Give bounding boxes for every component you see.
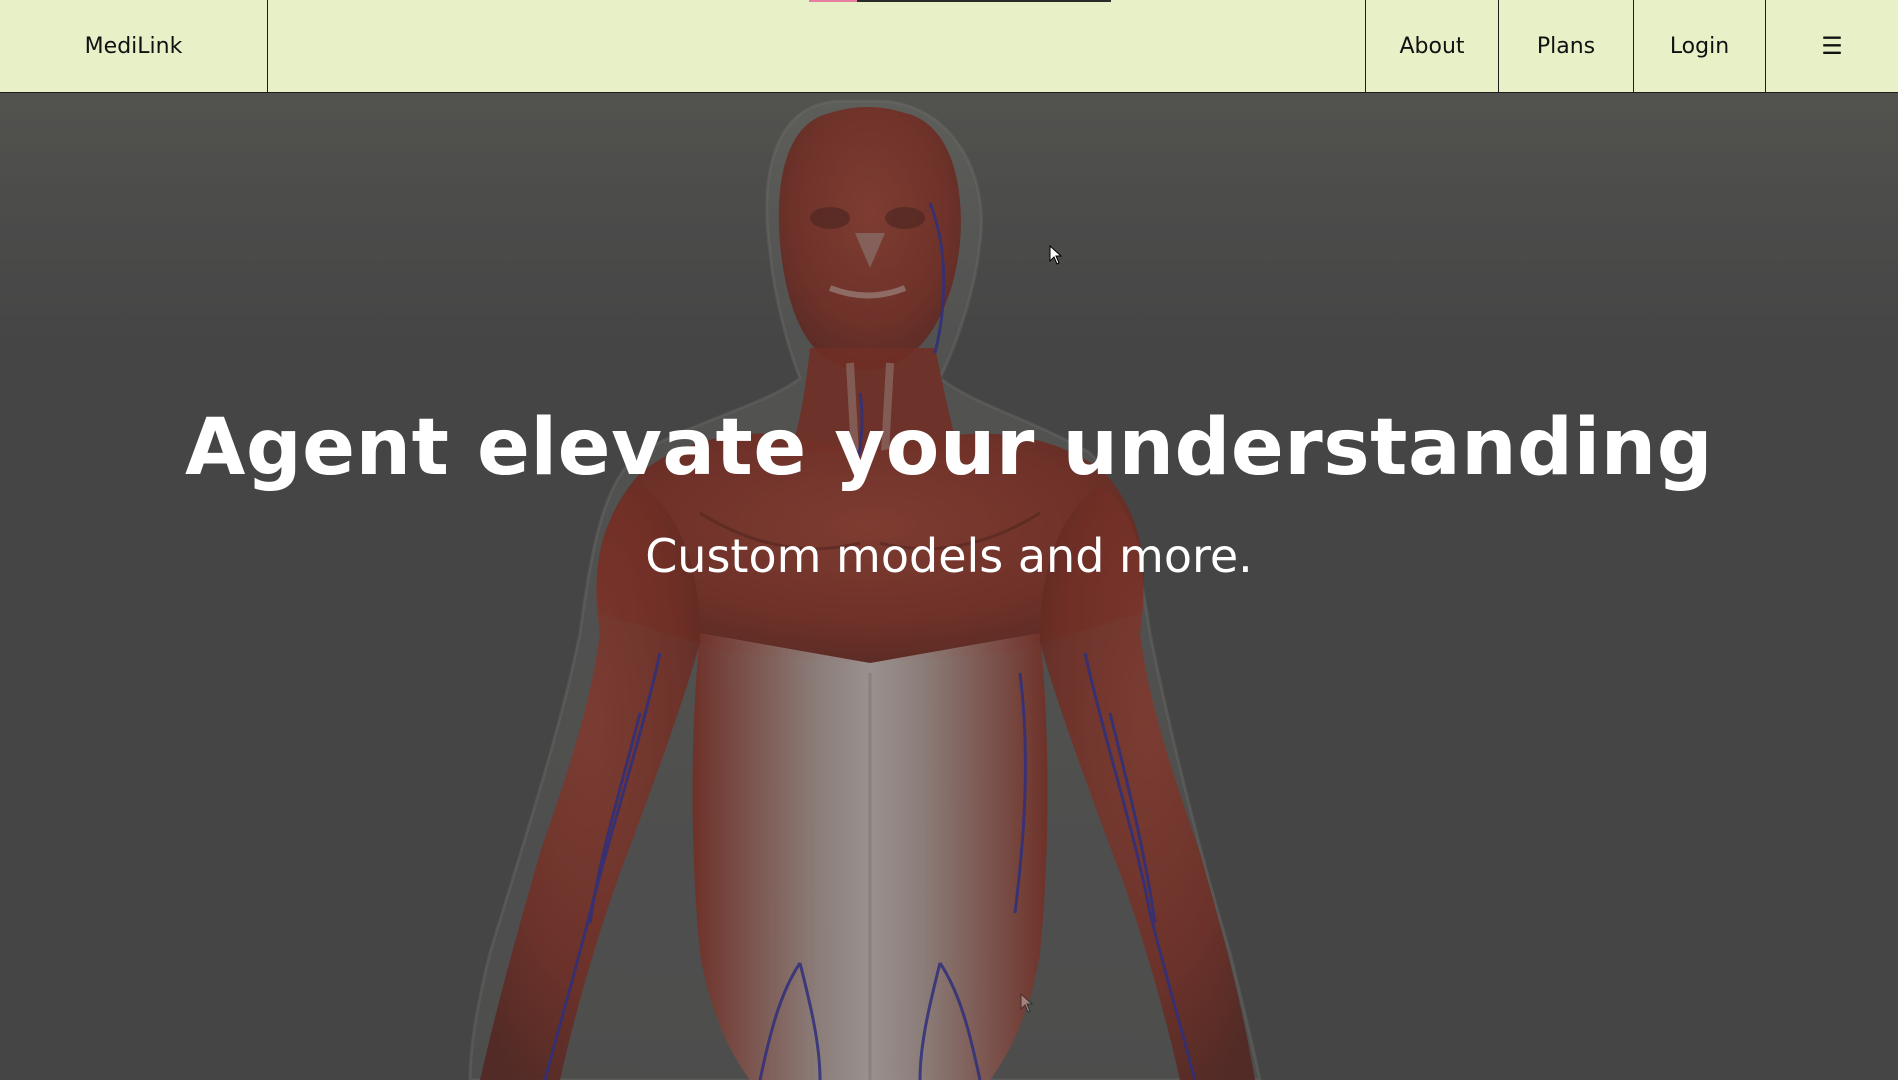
top-navbar: MediLink About Plans Login ☰ [0, 0, 1898, 93]
nav-link-about[interactable]: About [1365, 0, 1498, 92]
scroll-progress-bar [809, 0, 1111, 2]
mouse-cursor-icon [1049, 245, 1063, 265]
navbar-spacer [268, 0, 1365, 92]
secondary-cursor-icon [1020, 993, 1034, 1013]
hamburger-menu-icon[interactable]: ☰ [1765, 0, 1898, 92]
hero-dark-overlay [0, 93, 1898, 1080]
hero-subtitle: Custom models and more. [645, 529, 1253, 583]
nav-link-login[interactable]: Login [1633, 0, 1765, 92]
scroll-progress-fill [809, 0, 858, 2]
hero-section: Agent elevate your understanding Custom … [0, 93, 1898, 1080]
hero-title: Agent elevate your understanding [184, 403, 1714, 493]
brand-logo-link[interactable]: MediLink [0, 0, 268, 92]
nav-link-plans[interactable]: Plans [1498, 0, 1633, 92]
